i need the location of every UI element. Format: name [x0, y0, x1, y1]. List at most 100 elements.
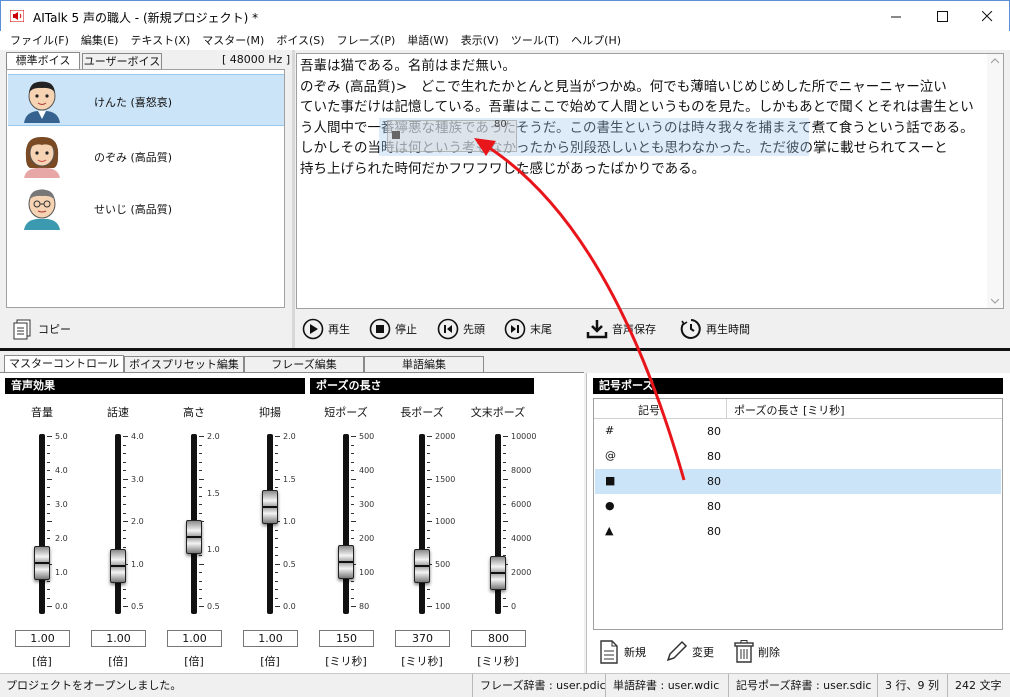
tab-voice-preset[interactable]: ボイスプリセット編集	[124, 356, 244, 373]
slider-thumb[interactable]	[490, 556, 506, 590]
menu-master[interactable]: マスター(M)	[196, 31, 270, 50]
slider-tick	[503, 538, 506, 539]
tab-phrase-edit[interactable]: フレーズ編集	[244, 356, 364, 373]
app-speaker-icon	[10, 10, 24, 22]
slider-track[interactable]	[419, 434, 425, 614]
slider-value-input[interactable]: 1.00	[15, 630, 70, 647]
status-symbol-dict: 記号ポーズ辞書 : user.sdic	[728, 674, 871, 697]
menu-word[interactable]: 単語(W)	[401, 31, 454, 50]
delete-button[interactable]: 削除	[734, 640, 780, 664]
slider-4: 抑揚 2.0 1.5 1.0 0.5 0.0 1.00 [倍]	[235, 400, 305, 676]
slider-tick	[47, 512, 50, 514]
slider-value-input[interactable]: 1.00	[167, 630, 222, 647]
slider-track[interactable]	[343, 434, 349, 614]
scroll-down-icon[interactable]	[991, 298, 999, 304]
menu-text[interactable]: テキスト(X)	[124, 31, 196, 50]
table-row[interactable]: #80	[595, 419, 1001, 444]
slider-tick-label: 0	[511, 602, 517, 611]
slider-tick	[123, 521, 128, 522]
tab-user-voice[interactable]: ユーザーボイス	[82, 53, 162, 69]
tab-standard-voice[interactable]: 標準ボイス	[6, 52, 80, 69]
slider-tick	[503, 546, 506, 548]
menu-tools[interactable]: ツール(T)	[505, 31, 565, 50]
close-button[interactable]	[964, 1, 1010, 32]
slider-tick	[199, 436, 204, 437]
slider-tick-label: 100	[359, 568, 375, 577]
text-editor[interactable]: 吾輩は猫である。名前はまだ無い。 のぞみ (高品質)> どこで生れたかとんと見当…	[296, 53, 1004, 309]
voice-item-nozomi[interactable]: のぞみ (高品質)	[8, 130, 284, 182]
slider-tick	[47, 606, 52, 607]
menu-help[interactable]: ヘルプ(H)	[565, 31, 627, 50]
table-row[interactable]: ● 80	[595, 494, 1001, 519]
horizontal-splitter[interactable]	[0, 348, 1010, 351]
voice-item-seiji[interactable]: せいじ (高品質)	[8, 182, 284, 234]
vertical-splitter[interactable]	[292, 50, 295, 348]
slider-track[interactable]	[39, 434, 45, 614]
slider-value-input[interactable]: 1.00	[91, 630, 146, 647]
table-row[interactable]: @80	[595, 444, 1001, 469]
slider-value-input[interactable]: 370	[395, 630, 450, 647]
voice-item-kenta[interactable]: けんた (喜怒哀)	[8, 74, 284, 126]
slider-tick	[351, 461, 354, 463]
slider-tick	[427, 461, 430, 463]
menu-voice[interactable]: ボイス(S)	[270, 31, 330, 50]
slider-tick	[275, 470, 278, 471]
slider-tick-label: 1000	[435, 517, 456, 526]
slider-label: 長ポーズ	[400, 406, 444, 419]
slider-tick	[199, 461, 202, 463]
maximize-button[interactable]	[919, 1, 965, 32]
editor-scrollbar[interactable]	[987, 54, 1003, 308]
table-row[interactable]: ▲ 80	[595, 519, 1001, 544]
col-pause-length[interactable]: ポーズの長さ [ミリ秒]	[734, 402, 845, 418]
table-row[interactable]: ■ 80	[595, 469, 1001, 494]
row-symbol: #	[605, 424, 615, 437]
minimize-button[interactable]	[873, 1, 919, 32]
edit-button[interactable]: 変更	[664, 640, 714, 664]
slider-tick	[503, 461, 506, 463]
slider-tick	[351, 504, 354, 505]
slider-thumb[interactable]	[186, 520, 202, 554]
editor-line-1: 吾輩は猫である。名前はまだ無い。	[300, 58, 516, 74]
play-button[interactable]: 再生	[302, 318, 350, 340]
col-symbol[interactable]: 記号	[638, 402, 660, 418]
stop-button[interactable]: 停止	[369, 318, 417, 340]
slider-tick	[47, 461, 50, 463]
copy-button[interactable]: コピー	[12, 318, 71, 340]
tab-word-edit[interactable]: 単語編集	[364, 356, 484, 373]
menu-file[interactable]: ファイル(F)	[4, 31, 75, 50]
copy-label: コピー	[38, 323, 71, 336]
slider-value-input[interactable]: 800	[471, 630, 526, 647]
menu-view[interactable]: 表示(V)	[455, 31, 505, 50]
slider-value-input[interactable]: 1.00	[243, 630, 298, 647]
slider-thumb[interactable]	[262, 490, 278, 524]
slider-tick-label: 2.0	[283, 432, 296, 441]
slider-thumb[interactable]	[414, 549, 430, 583]
slider-tick	[275, 606, 280, 607]
slider-tick	[427, 504, 430, 505]
tab-master-control[interactable]: マスターコントロール	[4, 355, 124, 373]
slider-tick	[351, 436, 356, 437]
slider-track[interactable]	[115, 434, 121, 614]
slider-tick	[199, 580, 202, 582]
slider-tick	[427, 453, 430, 454]
slider-value-input[interactable]: 150	[319, 630, 374, 647]
head-button[interactable]: 先頭	[437, 318, 485, 340]
slider-thumb[interactable]	[338, 545, 354, 579]
save-audio-button[interactable]: 音声保存	[586, 318, 656, 340]
slider-tick	[427, 478, 432, 480]
slider-tick-label: 2000	[435, 432, 456, 441]
slider-thumb[interactable]	[34, 546, 50, 580]
playback-time-button[interactable]: 再生時間	[680, 318, 750, 340]
slider-tick	[199, 589, 202, 590]
slider-tick-label: 0.5	[207, 602, 220, 611]
menu-phrase[interactable]: フレーズ(P)	[331, 31, 402, 50]
scroll-up-icon[interactable]	[991, 58, 999, 64]
tail-button[interactable]: 末尾	[504, 318, 552, 340]
slider-tick	[199, 512, 202, 514]
slider-thumb[interactable]	[110, 549, 126, 583]
slider-tick	[427, 470, 430, 471]
menu-edit[interactable]: 編集(E)	[75, 31, 125, 50]
slider-track[interactable]	[267, 434, 273, 614]
slider-tick	[47, 453, 50, 454]
new-button[interactable]: 新規	[598, 640, 646, 664]
